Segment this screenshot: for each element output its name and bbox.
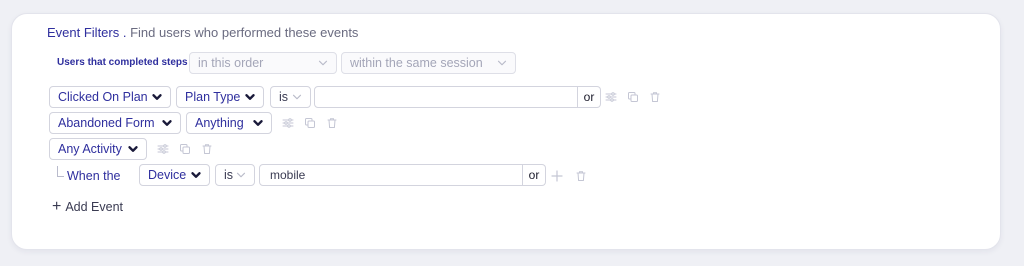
plus-icon[interactable] xyxy=(551,170,563,182)
add-event-button[interactable]: + Add Event xyxy=(52,199,123,215)
event-filters-subtitle: Find users who performed these events xyxy=(130,25,359,40)
add-event-label: Add Event xyxy=(65,200,124,214)
event-select-2-value: Abandoned Form xyxy=(58,116,155,130)
chevron-down-icon xyxy=(316,56,330,70)
step-session-value: within the same session xyxy=(350,56,483,70)
event-select-1-value: Clicked On Plan xyxy=(58,90,148,104)
sub-filter-property-select[interactable]: Device xyxy=(139,164,210,186)
chevron-down-icon xyxy=(251,116,265,130)
sub-filter-connector xyxy=(57,166,64,177)
trash-icon[interactable] xyxy=(575,170,587,182)
step-order-value: in this order xyxy=(198,56,264,70)
trash-icon[interactable] xyxy=(326,117,338,129)
event-select-3[interactable]: Any Activity xyxy=(49,138,147,160)
property-select-2[interactable]: Anything xyxy=(186,112,272,134)
trash-icon[interactable] xyxy=(201,143,213,155)
copy-icon[interactable] xyxy=(627,91,639,103)
sub-filter-operator-select[interactable]: is xyxy=(215,164,255,186)
sub-filter-prefix: When the xyxy=(67,169,121,183)
trash-icon[interactable] xyxy=(649,91,661,103)
step-session-select[interactable]: within the same session xyxy=(341,52,516,74)
copy-icon[interactable] xyxy=(179,143,191,155)
chevron-down-icon xyxy=(495,56,509,70)
event-select-3-value: Any Activity xyxy=(58,142,122,156)
operator-select-1-value: is xyxy=(279,90,289,104)
chevron-down-icon xyxy=(290,90,304,104)
chevron-down-icon xyxy=(150,90,164,104)
operator-select-1[interactable]: is xyxy=(270,86,311,108)
filter-icon[interactable] xyxy=(605,91,617,103)
or-button-1[interactable]: or xyxy=(578,86,601,108)
chevron-down-icon xyxy=(189,168,203,182)
event-filters-title: Event Filters . xyxy=(47,25,127,40)
sub-filter-property-value: Device xyxy=(148,168,187,182)
chevron-down-icon xyxy=(243,90,257,104)
value-input-1[interactable] xyxy=(314,86,578,108)
sub-filter-operator-value: is xyxy=(224,168,234,182)
property-select-1-value: Plan Type xyxy=(185,90,241,104)
chevron-down-icon xyxy=(234,168,248,182)
chevron-down-icon xyxy=(126,142,140,156)
step-order-select[interactable]: in this order xyxy=(189,52,337,74)
sub-filter-or-button[interactable]: or xyxy=(523,164,546,186)
event-filters-header: Event Filters . Find users who performed… xyxy=(47,25,358,40)
filter-icon[interactable] xyxy=(157,143,169,155)
plus-icon: + xyxy=(52,198,62,215)
chevron-down-icon xyxy=(160,116,174,130)
copy-icon[interactable] xyxy=(304,117,316,129)
property-select-2-value: Anything xyxy=(195,116,244,130)
event-select-2[interactable]: Abandoned Form xyxy=(49,112,181,134)
filter-icon[interactable] xyxy=(282,117,294,129)
steps-label: Users that completed steps xyxy=(57,57,188,68)
property-select-1[interactable]: Plan Type xyxy=(176,86,264,108)
event-select-1[interactable]: Clicked On Plan xyxy=(49,86,171,108)
sub-filter-value-input[interactable]: mobile xyxy=(259,164,523,186)
